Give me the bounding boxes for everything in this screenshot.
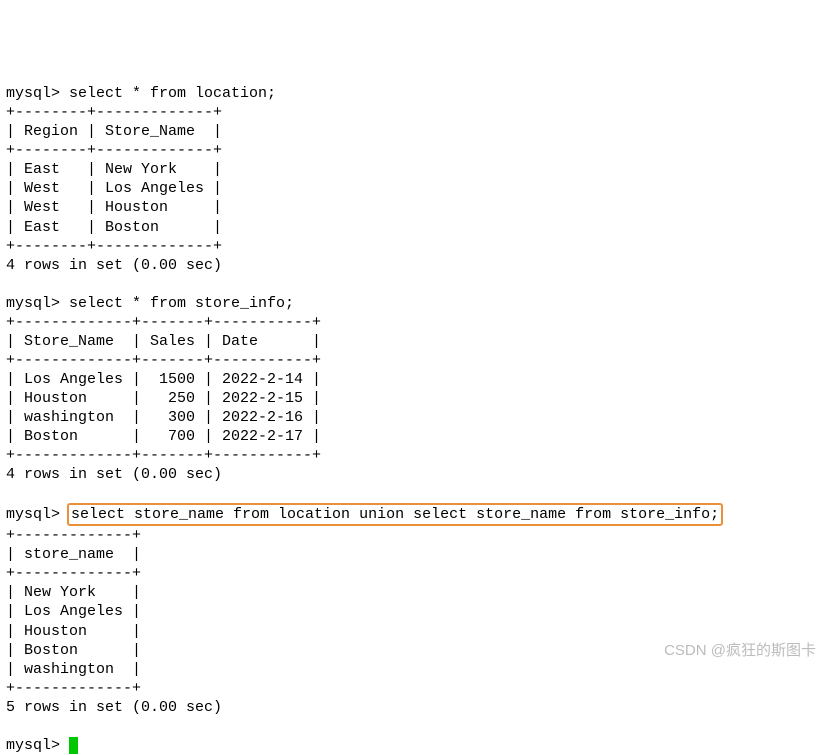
table2-footer: 4 rows in set (0.00 sec) xyxy=(6,466,222,483)
mysql-prompt: mysql> xyxy=(6,506,69,523)
table3-footer: 5 rows in set (0.00 sec) xyxy=(6,699,222,716)
table3-row: | New York | xyxy=(6,584,141,601)
mysql-prompt: mysql> xyxy=(6,737,69,754)
table1-row: | West | Los Angeles | xyxy=(6,180,222,197)
table2-row: | Houston | 250 | 2022-2-15 | xyxy=(6,390,321,407)
table1-row: | East | New York | xyxy=(6,161,222,178)
query-2: select * from store_info; xyxy=(69,295,294,312)
table2-border-top: +-------------+-------+-----------+ xyxy=(6,314,321,331)
table1-border-mid: +--------+-------------+ xyxy=(6,142,222,159)
watermark-text: CSDN @疯狂的斯图卡 xyxy=(664,641,816,660)
table3-row: | Boston | xyxy=(6,642,141,659)
query-3: select store_name from location union se… xyxy=(71,506,719,523)
table1-footer: 4 rows in set (0.00 sec) xyxy=(6,257,222,274)
table1-border-top: +--------+-------------+ xyxy=(6,104,222,121)
table3-row: | washington | xyxy=(6,661,141,678)
table3-border-mid: +-------------+ xyxy=(6,565,141,582)
table1-row: | East | Boston | xyxy=(6,219,222,236)
terminal-cursor[interactable] xyxy=(69,737,78,754)
table2-row: | Los Angeles | 1500 | 2022-2-14 | xyxy=(6,371,321,388)
table3-row: | Houston | xyxy=(6,623,141,640)
table2-border-bot: +-------------+-------+-----------+ xyxy=(6,447,321,464)
table1-header: | Region | Store_Name | xyxy=(6,123,222,140)
table2-row: | washington | 300 | 2022-2-16 | xyxy=(6,409,321,426)
mysql-prompt: mysql> xyxy=(6,295,69,312)
table1-row: | West | Houston | xyxy=(6,199,222,216)
table2-header: | Store_Name | Sales | Date | xyxy=(6,333,321,350)
table2-border-mid: +-------------+-------+-----------+ xyxy=(6,352,321,369)
table3-border-top: +-------------+ xyxy=(6,527,141,544)
table2-row: | Boston | 700 | 2022-2-17 | xyxy=(6,428,321,445)
table3-row: | Los Angeles | xyxy=(6,603,141,620)
mysql-prompt: mysql> xyxy=(6,85,69,102)
table3-header: | store_name | xyxy=(6,546,141,563)
table3-border-bot: +-------------+ xyxy=(6,680,141,697)
highlighted-query: select store_name from location union se… xyxy=(67,503,723,526)
table1-border-bot: +--------+-------------+ xyxy=(6,238,222,255)
query-1: select * from location; xyxy=(69,85,276,102)
